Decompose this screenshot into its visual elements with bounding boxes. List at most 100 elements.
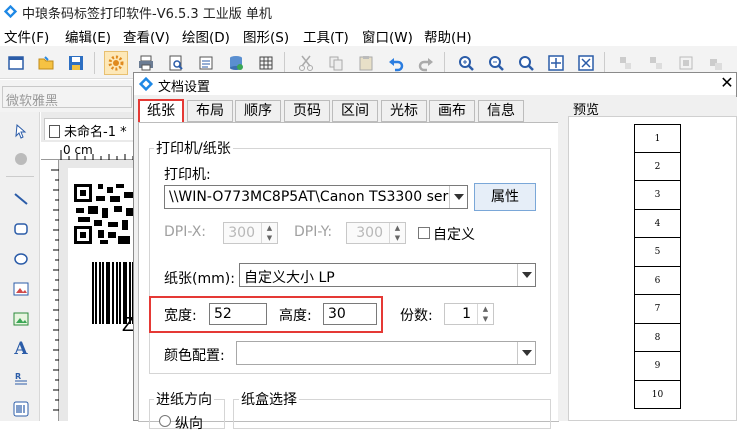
tab-order[interactable]: 顺序: [235, 100, 281, 122]
picture-icon[interactable]: [9, 308, 33, 330]
font-name-input[interactable]: 微软雅黑: [2, 86, 132, 109]
tray-select-title: 纸盒选择: [239, 389, 299, 409]
menu-file[interactable]: 文件(F): [4, 26, 49, 46]
svg-text:R: R: [15, 372, 21, 381]
printer-paper-group-title: 打印机/纸张: [154, 138, 233, 158]
custom-checkbox[interactable]: [418, 227, 430, 239]
dpi-x-label: DPI-X:: [164, 224, 207, 240]
tab-page-number[interactable]: 页码: [284, 100, 330, 122]
preview-cell: 1: [634, 124, 681, 153]
tab-info[interactable]: 信息: [478, 100, 524, 122]
vertical-ruler: [41, 160, 59, 421]
tab-canvas[interactable]: 画布: [429, 100, 475, 122]
tool-separator: [6, 176, 34, 177]
paper-size-select[interactable]: 自定义大小 LP: [239, 263, 536, 287]
preview-cell: 9: [634, 352, 681, 381]
menu-draw[interactable]: 绘图(D): [182, 26, 230, 46]
text-icon[interactable]: A: [9, 338, 33, 360]
printer-label: 打印机:: [164, 167, 211, 183]
menu-edit[interactable]: 编辑(E): [65, 26, 111, 46]
ruler-label: 0 cm: [63, 143, 93, 157]
dpi-y-value: 300: [356, 225, 383, 241]
color-config-select[interactable]: [236, 341, 536, 365]
tab-paper[interactable]: 纸张: [138, 99, 184, 123]
copies-value: 1: [462, 306, 471, 322]
chevron-down-icon: [449, 186, 467, 208]
menu-help[interactable]: 帮助(H): [424, 26, 472, 46]
feed-portrait-radio[interactable]: [159, 415, 171, 427]
dpi-x-value: 300: [228, 225, 255, 241]
printer-select[interactable]: \\WIN-O773MC8P5AT\Canon TS3300 seri...: [164, 185, 468, 209]
height-label: 高度:: [279, 308, 312, 324]
preview-cell: 8: [634, 323, 681, 352]
dpi-y-stepper[interactable]: 300 ▲ ▼: [346, 222, 406, 244]
paper-tab-panel: 打印机/纸张 打印机: \\WIN-O773MC8P5AT\Canon TS33…: [138, 122, 559, 432]
dpi-x-stepper[interactable]: 300 ▲ ▼: [223, 222, 278, 244]
rich-text-icon[interactable]: R: [9, 368, 33, 390]
tab-layout[interactable]: 布局: [187, 100, 233, 122]
preview-cell: 5: [634, 238, 681, 267]
preview-cell: 4: [634, 209, 681, 238]
document-tab[interactable]: 未命名-1 *: [44, 118, 134, 140]
chevron-down-icon: [517, 264, 535, 286]
barcode-icon[interactable]: [9, 398, 33, 420]
tab-cursor[interactable]: 光标: [381, 100, 427, 122]
line-icon[interactable]: [9, 188, 33, 210]
dpi-x-spin-buttons[interactable]: ▲ ▼: [261, 223, 277, 243]
document-tab-label: 未命名-1 *: [64, 125, 127, 140]
rectangle-icon[interactable]: [9, 218, 33, 240]
app-title-bar: 中琅条码标签打印软件-V6.5.3 工业版 单机: [0, 0, 737, 24]
dpi-y-label: DPI-Y:: [294, 224, 333, 240]
left-tool-panel: A R: [0, 112, 40, 421]
select-icon[interactable]: [9, 120, 33, 142]
settings-icon[interactable]: [104, 51, 128, 75]
copies-label: 份数:: [400, 308, 433, 324]
printer-select-value: \\WIN-O773MC8P5AT\Canon TS3300 seri...: [169, 189, 466, 205]
app-logo-icon: [3, 4, 18, 19]
width-label: 宽度:: [164, 308, 197, 324]
menu-window[interactable]: 窗口(W): [362, 26, 413, 46]
tab-range[interactable]: 区间: [332, 100, 378, 122]
open-icon[interactable]: [34, 51, 58, 75]
custom-label: 自定义: [433, 227, 475, 243]
app-title: 中琅条码标签打印软件-V6.5.3 工业版 单机: [22, 7, 272, 22]
width-input[interactable]: 52: [209, 303, 267, 325]
preview-cell: 3: [634, 181, 681, 210]
toolbar-separator: [284, 52, 285, 74]
toolbar-separator: [444, 52, 445, 74]
color-config-label: 颜色配置:: [164, 348, 225, 364]
qr-code-element[interactable]: [74, 184, 134, 246]
document-icon: [49, 125, 60, 138]
properties-button[interactable]: 属性: [474, 183, 536, 211]
image-icon[interactable]: [9, 278, 33, 300]
close-icon[interactable]: ✕: [718, 74, 736, 92]
menu-tools[interactable]: 工具(T): [303, 26, 349, 46]
pan-icon[interactable]: [9, 148, 33, 170]
height-input[interactable]: 30: [323, 303, 377, 325]
preview-cell: 2: [634, 152, 681, 181]
toolbar-separator: [604, 52, 605, 74]
menu-shape[interactable]: 图形(S): [243, 26, 289, 46]
copies-spin-buttons[interactable]: ▲ ▼: [477, 304, 493, 324]
feed-portrait-label: 纵向: [175, 416, 203, 432]
dialog-logo-icon: [138, 76, 154, 92]
menu-view[interactable]: 查看(V): [123, 26, 170, 46]
preview-cell: 6: [634, 266, 681, 295]
dialog-title: 文档设置: [158, 80, 211, 95]
preview-cell: 7: [634, 295, 681, 324]
new-icon[interactable]: [4, 51, 28, 75]
dpi-y-spin-buttons[interactable]: ▲ ▼: [389, 223, 405, 243]
menu-bar: 文件(F) 编辑(E) 查看(V) 绘图(D) 图形(S) 工具(T) 窗口(W…: [0, 24, 737, 46]
copies-stepper[interactable]: 1 ▲ ▼: [444, 303, 494, 325]
toolbar-separator: [94, 52, 95, 74]
feed-direction-title: 进纸方向: [154, 389, 214, 409]
save-icon[interactable]: [64, 51, 88, 75]
paper-size-label: 纸张(mm):: [164, 271, 235, 287]
paper-size-value: 自定义大小 LP: [244, 270, 335, 286]
dialog-title-bar: 文档设置 ✕: [134, 73, 736, 95]
horizontal-ruler: 0 cm: [41, 142, 136, 160]
preview-label-grid: 1 2 3 4 5 6 7 8 9 10: [634, 124, 681, 409]
chevron-down-icon: [517, 342, 535, 364]
ellipse-icon[interactable]: [9, 248, 33, 270]
label-paper[interactable]: Z: [68, 168, 136, 421]
